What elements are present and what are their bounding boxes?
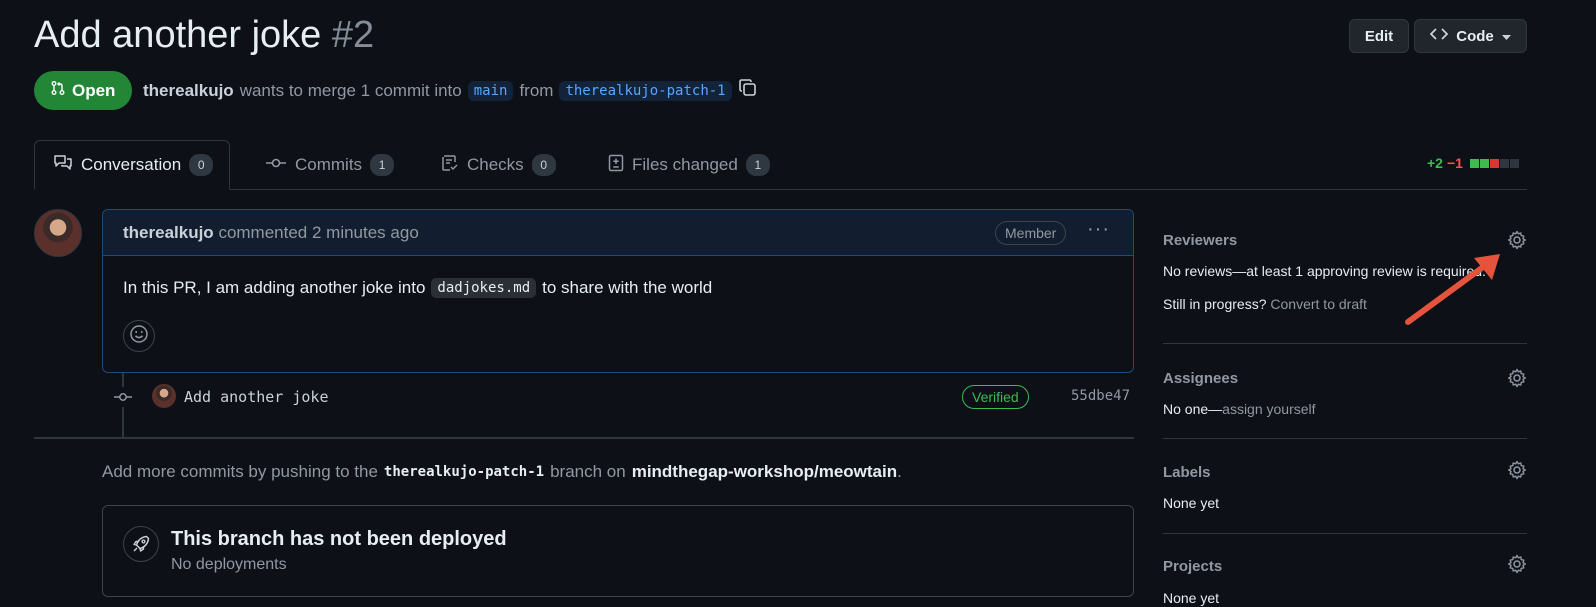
timeline-divider — [34, 437, 1134, 439]
tab-count: 1 — [370, 154, 395, 176]
tab-label: Commits — [295, 155, 363, 174]
diffstat-square — [1469, 158, 1479, 168]
deployment-box: This branch has not been deployed No dep… — [102, 505, 1134, 597]
tab-label: Files changed — [632, 155, 738, 174]
assignees-status: No one—assign yourself — [1163, 401, 1316, 417]
verified-badge[interactable]: Verified — [962, 385, 1029, 409]
pr-title: Add another joke #2 — [34, 14, 374, 57]
tab-label: Conversation — [81, 155, 182, 174]
diffstat-square — [1509, 158, 1519, 168]
pr-meta-from: from — [519, 80, 554, 100]
pr-meta-text: wants to merge 1 commit into — [239, 80, 462, 100]
push-hint-text: Add more commits by pushing to the — [102, 462, 378, 481]
code-label: Code — [1456, 27, 1494, 45]
code-icon — [1429, 27, 1449, 45]
assignees-none: No one— — [1163, 401, 1223, 417]
caret-down-icon — [1501, 28, 1511, 45]
file-diff-icon — [608, 154, 624, 177]
draft-label: Still in progress? — [1163, 296, 1267, 312]
tab-checks[interactable]: Checks 0 — [441, 140, 556, 190]
projects-title[interactable]: Projects — [1163, 558, 1222, 575]
annotation-arrow-icon — [1400, 246, 1510, 333]
deployment-title: This branch has not been deployed — [171, 528, 507, 550]
push-hint-text: branch on — [550, 462, 626, 481]
inline-code: dadjokes.md — [431, 278, 537, 298]
comment-text: In this PR, I am adding another joke int… — [123, 278, 426, 297]
git-pull-request-icon — [50, 80, 66, 101]
checklist-icon — [441, 154, 459, 177]
gear-icon[interactable] — [1507, 460, 1527, 485]
tab-count: 0 — [189, 154, 214, 176]
edit-button[interactable]: Edit — [1349, 19, 1409, 53]
comment-header: therealkujo commented 2 minutes ago Memb… — [103, 210, 1133, 256]
code-button[interactable]: Code — [1414, 19, 1527, 53]
commit-author-avatar[interactable] — [152, 384, 176, 408]
push-hint-branch: therealkujo-patch-1 — [383, 464, 545, 480]
rocket-icon — [123, 526, 159, 562]
gear-icon[interactable] — [1507, 230, 1527, 255]
comment-text: to share with the world — [542, 278, 713, 297]
tab-commits[interactable]: Commits 1 — [265, 140, 395, 190]
labels-title[interactable]: Labels — [1163, 464, 1211, 481]
comment-box: therealkujo commented 2 minutes ago Memb… — [102, 209, 1134, 373]
gear-icon[interactable] — [1507, 554, 1527, 579]
pr-state-label: Open — [72, 80, 116, 100]
pr-number: #2 — [331, 14, 375, 56]
deployment-subtitle: No deployments — [171, 556, 287, 573]
pr-state-badge: Open — [34, 71, 132, 110]
copy-icon[interactable] — [738, 78, 758, 103]
sidebar-labels: Labels None yet — [1163, 439, 1527, 534]
tab-count: 1 — [745, 154, 770, 176]
base-branch-label[interactable]: main — [467, 80, 514, 101]
tab-files-changed[interactable]: Files changed 1 — [608, 140, 770, 190]
diffstat-additions: +2 — [1427, 155, 1443, 171]
edit-label: Edit — [1364, 27, 1394, 45]
pr-title-text: Add another joke — [34, 14, 322, 56]
smiley-icon — [129, 324, 149, 349]
diffstat-square — [1499, 158, 1509, 168]
draft-line: Still in progress? Convert to draft — [1163, 296, 1367, 312]
sidebar-projects: Projects None yet — [1163, 534, 1527, 607]
pr-meta: therealkujo wants to merge 1 commit into… — [143, 78, 758, 103]
member-badge: Member — [995, 221, 1067, 245]
diffstat: +2 −1 — [1427, 155, 1519, 171]
diffstat-square — [1479, 158, 1489, 168]
add-reaction-button[interactable] — [123, 320, 155, 352]
sidebar-assignees: Assignees No one—assign yourself — [1163, 344, 1527, 439]
assignees-title[interactable]: Assignees — [1163, 370, 1238, 387]
repo-name: mindthegap-workshop/meowtain — [631, 462, 898, 481]
git-commit-icon — [265, 155, 287, 175]
push-hint-end: . — [897, 462, 902, 481]
tab-conversation[interactable]: Conversation 0 — [34, 140, 231, 190]
diffstat-deletions: −1 — [1446, 155, 1463, 171]
commit-sha-link[interactable]: 55dbe47 — [1071, 388, 1130, 404]
comment-time[interactable]: commented 2 minutes ago — [218, 223, 418, 242]
comment-author[interactable]: therealkujo — [123, 223, 214, 242]
reviewers-title[interactable]: Reviewers — [1163, 232, 1237, 249]
push-hint: Add more commits by pushing to the there… — [102, 462, 902, 482]
head-branch-label[interactable]: therealkujo-patch-1 — [559, 80, 732, 101]
comment-body: In this PR, I am adding another joke int… — [123, 278, 712, 298]
labels-status: None yet — [1163, 495, 1220, 511]
convert-to-draft-link[interactable]: Convert to draft — [1270, 296, 1367, 312]
avatar[interactable] — [34, 209, 82, 257]
tab-label: Checks — [467, 155, 524, 174]
kebab-menu-icon[interactable]: ··· — [1087, 218, 1110, 241]
pr-tabs: Conversation 0 Commits 1 Checks 0 Files … — [34, 140, 1527, 190]
diffstat-bar — [1469, 158, 1519, 168]
diffstat-square — [1489, 158, 1499, 168]
gear-icon[interactable] — [1507, 368, 1527, 393]
repo-link[interactable]: mindthegap-workshop/meowtain. — [632, 462, 902, 482]
projects-status: None yet — [1163, 590, 1220, 606]
git-commit-icon — [113, 387, 133, 407]
comment-author-line: therealkujo commented 2 minutes ago — [123, 223, 419, 243]
assign-yourself-link[interactable]: assign yourself — [1222, 401, 1315, 417]
commit-message-link[interactable]: Add another joke — [184, 388, 329, 406]
tab-count: 0 — [531, 154, 556, 176]
comment-discussion-icon — [53, 154, 73, 177]
pr-author-link[interactable]: therealkujo — [143, 81, 234, 101]
